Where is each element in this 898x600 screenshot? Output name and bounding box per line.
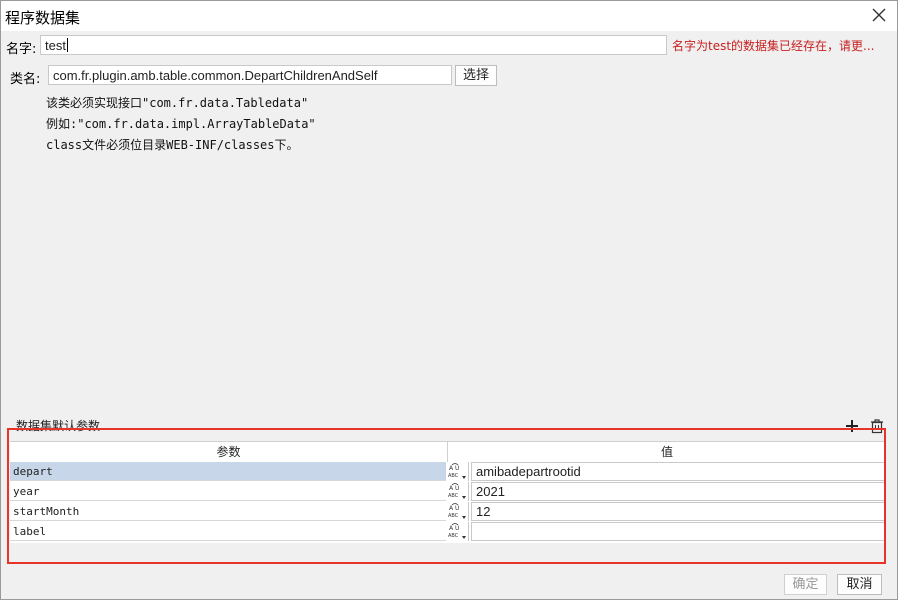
param-value-field[interactable]: amibadepartrootid	[471, 462, 885, 481]
param-name-cell[interactable]: startMonth	[10, 502, 446, 521]
param-value-field[interactable]: 2021	[471, 482, 885, 501]
note-line-3: class文件必须位目录WEB-INF/classes下。	[46, 138, 299, 152]
svg-text:ABC: ABC	[448, 473, 459, 479]
param-value-field[interactable]	[471, 522, 885, 541]
svg-text:ABC: ABC	[448, 513, 459, 519]
string-type-icon[interactable]: A U ABC	[447, 502, 469, 521]
class-name-field[interactable]: com.fr.plugin.amb.table.common.DepartChi…	[48, 65, 452, 85]
svg-text:U: U	[455, 485, 459, 492]
program-dataset-dialog: 程序数据集 名字: test 名字为test的数据集已经存在，请更... 类名:…	[0, 0, 898, 600]
name-label: 名字:	[6, 42, 37, 57]
param-name-cell[interactable]: year	[10, 482, 446, 501]
column-header-value: 值	[448, 442, 886, 462]
table-row[interactable]: year A U ABC 2021	[10, 482, 886, 502]
svg-text:A: A	[449, 505, 454, 512]
params-section-label: 数据集默认参数	[16, 419, 101, 433]
name-value: test	[45, 38, 66, 53]
text-caret	[66, 38, 68, 52]
param-value-field[interactable]: 12	[471, 502, 885, 521]
params-table-empty-area	[10, 543, 886, 561]
svg-text:A: A	[449, 485, 454, 492]
string-type-icon[interactable]: A U ABC	[447, 482, 469, 501]
param-name-cell[interactable]: label	[10, 522, 446, 541]
params-table: 参数 值 depart A U ABC amibadepartrootid ye…	[10, 441, 886, 544]
note-line-2: 例如:"com.fr.data.impl.ArrayTableData"	[46, 117, 316, 131]
svg-text:U: U	[455, 505, 459, 512]
class-label: 类名:	[10, 72, 41, 87]
string-type-icon[interactable]: A U ABC	[447, 462, 469, 481]
ok-button[interactable]: 确定	[784, 574, 827, 595]
plus-icon[interactable]	[844, 418, 860, 434]
table-row[interactable]: depart A U ABC amibadepartrootid	[10, 462, 886, 482]
svg-text:ABC: ABC	[448, 533, 459, 539]
string-type-icon[interactable]: A U ABC	[447, 522, 469, 541]
column-header-param: 参数	[10, 442, 448, 462]
close-icon[interactable]	[871, 7, 887, 23]
cancel-button[interactable]: 取消	[837, 574, 882, 595]
svg-text:A: A	[449, 465, 454, 472]
choose-class-button[interactable]: 选择	[455, 65, 497, 86]
svg-text:U: U	[455, 525, 459, 532]
dialog-title: 程序数据集	[5, 9, 81, 27]
name-field[interactable]: test	[40, 35, 667, 55]
svg-text:U: U	[455, 465, 459, 472]
svg-text:A: A	[449, 525, 454, 532]
table-row[interactable]: startMonth A U ABC 12	[10, 502, 886, 522]
table-row[interactable]: label A U ABC	[10, 522, 886, 542]
name-exists-warning: 名字为test的数据集已经存在，请更...	[672, 39, 875, 53]
param-name-cell[interactable]: depart	[10, 462, 446, 481]
trash-icon[interactable]	[869, 418, 885, 434]
svg-text:ABC: ABC	[448, 493, 459, 499]
note-line-1: 该类必须实现接口"com.fr.data.Tabledata"	[46, 96, 309, 110]
title-bar: 程序数据集	[1, 1, 897, 31]
